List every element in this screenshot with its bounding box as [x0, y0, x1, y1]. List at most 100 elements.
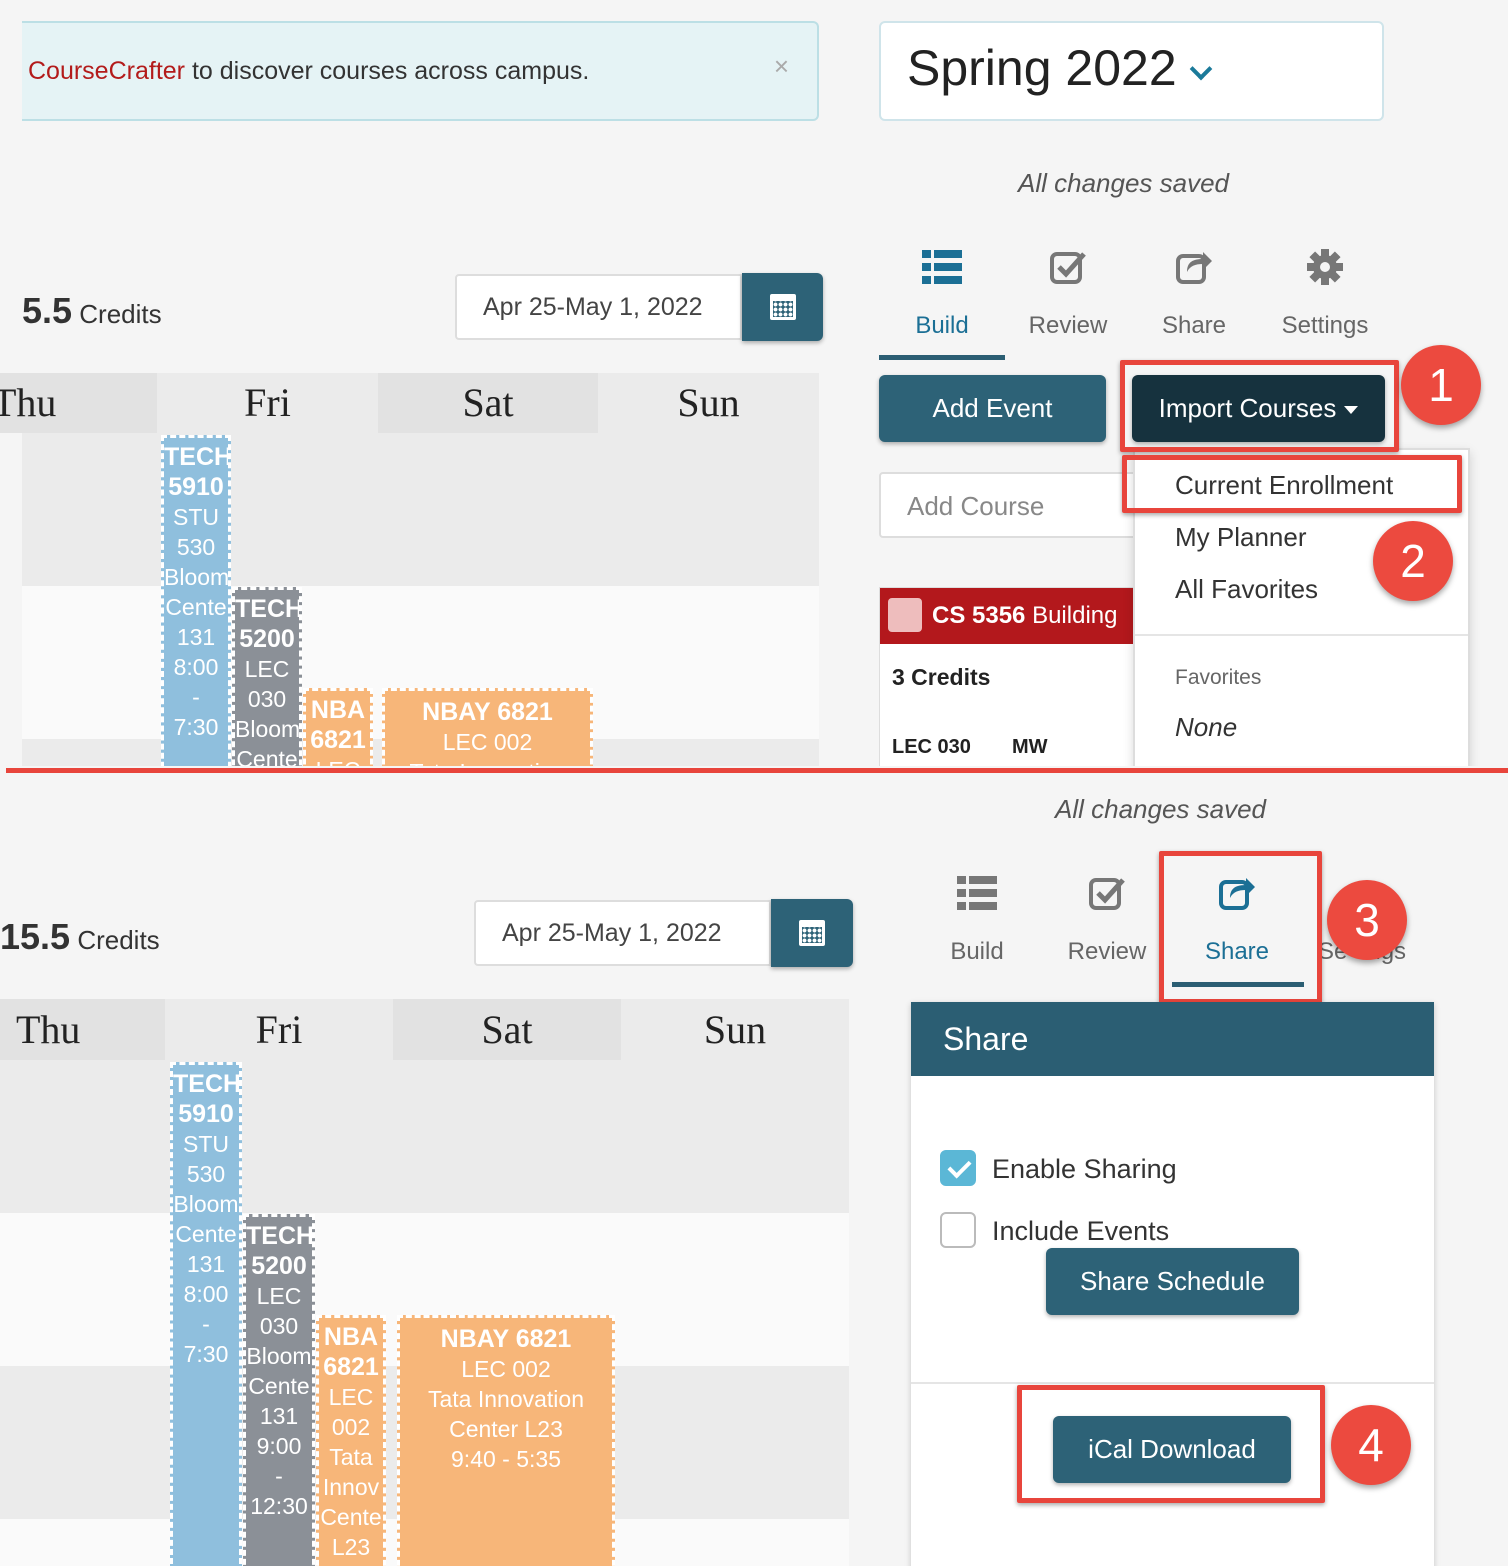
tab-settings[interactable]: Settings	[1257, 242, 1393, 340]
event-line: LEC	[244, 656, 290, 682]
event-line: 530	[186, 1161, 226, 1187]
coursecrafter-link[interactable]: CourseCrafter	[28, 57, 185, 85]
tab-share[interactable]: Share	[1131, 242, 1257, 340]
favorites-header: Favorites	[1175, 666, 1262, 689]
calendar-event-nbay6821-wide[interactable]: NBAY 6821 LEC 002 Tata Innovation Center…	[397, 1315, 615, 1566]
tab-label: Review	[1028, 312, 1108, 339]
event-line: Bloom	[164, 564, 230, 590]
term-label: Spring 2022	[907, 40, 1177, 96]
event-line: NBAY 6821	[422, 698, 553, 726]
event-line: 5200	[251, 1252, 307, 1280]
event-line: STU	[183, 1131, 229, 1157]
event-line: LEC	[328, 1384, 374, 1410]
section-divider	[0, 766, 1508, 778]
event-line: 5200	[239, 625, 295, 653]
credits-value: 15.5	[0, 916, 71, 957]
event-line: 7:30	[173, 714, 219, 740]
date-range-input[interactable]: Apr 25-May 1, 2022	[474, 900, 771, 966]
favorites-none: None	[1175, 712, 1238, 742]
course-code: CS 5356	[932, 602, 1026, 629]
list-icon	[879, 242, 1005, 292]
event-line: LEC 002	[442, 729, 533, 755]
calendar-row	[22, 433, 819, 586]
course-card-header: CS 5356 Building	[880, 588, 1138, 644]
step-4-marker: 4	[1331, 1405, 1411, 1485]
add-course-input[interactable]: Add Course	[879, 472, 1139, 538]
event-line: 7:30	[183, 1341, 229, 1367]
active-tab-indicator	[879, 355, 1005, 360]
tab-review[interactable]: Review	[1042, 868, 1172, 966]
event-line: 8:00	[173, 654, 219, 680]
date-range-input[interactable]: Apr 25-May 1, 2022	[455, 274, 742, 340]
event-line: 9:40 - 5:35	[451, 1446, 561, 1472]
share-schedule-button[interactable]: Share Schedule	[1046, 1248, 1299, 1315]
bottom-screenshot: All changes saved 15.5 Credits Apr 25-Ma…	[0, 778, 1508, 1566]
menu-item-all-favorites[interactable]: All Favorites	[1175, 574, 1318, 605]
course-color-swatch[interactable]	[888, 598, 922, 632]
event-line: Bloom	[235, 716, 301, 742]
event-line: -	[275, 1463, 283, 1489]
menu-item-my-planner[interactable]: My Planner	[1175, 522, 1307, 553]
calendar-button[interactable]	[771, 899, 853, 967]
event-line: -	[192, 684, 200, 710]
highlight-share-tab	[1159, 851, 1322, 1004]
calendar-icon	[769, 294, 796, 320]
calendar-event-tech5910[interactable]: TECH 5910 STU 530 Bloom Cente 131 8:00 -…	[170, 1062, 242, 1566]
save-status: All changes saved	[1018, 168, 1230, 198]
enable-sharing-label: Enable Sharing	[992, 1154, 1177, 1184]
event-line: Tata	[329, 1444, 373, 1470]
term-selector[interactable]: Spring 2022	[879, 21, 1384, 121]
calendar-button[interactable]	[742, 273, 823, 341]
credits-total: 15.5 Credits	[0, 916, 160, 958]
highlight-current-enrollment	[1122, 455, 1462, 513]
close-icon[interactable]: ×	[774, 51, 789, 82]
include-events-checkbox[interactable]	[940, 1212, 976, 1248]
share-panel-divider	[911, 1382, 1434, 1384]
event-line: TECH	[246, 1222, 315, 1250]
event-line: 030	[259, 1313, 299, 1339]
event-line: Cente	[320, 1504, 382, 1530]
day-header-sun: Sun	[598, 373, 819, 433]
tab-label: Share	[1161, 312, 1227, 339]
course-section: LEC 030	[892, 736, 971, 758]
event-line: 131	[259, 1403, 299, 1429]
tab-label: Review	[1067, 938, 1147, 965]
calendar-event-nbay6821-wide[interactable]: NBAY 6821 LEC 002 Tata Innovation	[382, 688, 593, 768]
event-line: TECH	[164, 443, 231, 471]
credits-value: 5.5	[22, 290, 73, 331]
calendar-event-tech5200[interactable]: TECH 5200 LEC 030 Bloom Cente 131 9:00 -…	[243, 1214, 315, 1566]
chevron-down-icon	[1189, 57, 1212, 81]
calendar-event-tech5910[interactable]: TECH 5910 STU 530 Bloom Cente 131 8:00 -…	[161, 435, 231, 768]
event-line: 9:00	[256, 1433, 302, 1459]
event-line: 530	[176, 534, 216, 560]
calendar-event-nbay6821[interactable]: NBA 6821 LEC 002 Tata Innov Cente L23	[316, 1315, 386, 1566]
course-credits: 3 Credits	[892, 664, 991, 690]
course-name: Building	[1032, 602, 1118, 629]
event-line: Cente	[248, 1373, 310, 1399]
tab-label: Build	[915, 312, 969, 339]
add-event-button[interactable]: Add Event	[879, 375, 1106, 442]
credits-label: Credits	[79, 299, 162, 329]
course-card[interactable]: CS 5356 Building 3 Credits LEC 030 MW	[879, 587, 1139, 768]
enable-sharing-checkbox[interactable]	[940, 1150, 976, 1186]
calendar-event-nbay6821[interactable]: NBA 6821 LEC	[303, 688, 373, 768]
course-days: MW	[1012, 736, 1048, 758]
event-line: Cente	[165, 594, 227, 620]
event-line: 6821	[323, 1353, 379, 1381]
event-line: Cente	[175, 1221, 237, 1247]
event-line: -	[202, 1311, 210, 1337]
event-line: Cente	[236, 746, 298, 768]
tab-review[interactable]: Review	[1005, 242, 1131, 340]
top-screenshot: CourseCrafter to discover courses across…	[0, 0, 1508, 768]
event-line: 12:30	[250, 1493, 308, 1519]
event-line: LEC 002	[461, 1356, 551, 1382]
calendar-row	[0, 1060, 849, 1213]
share-panel-title: Share	[911, 1002, 1434, 1076]
event-line: 5910	[178, 1100, 234, 1128]
calendar-event-tech5200[interactable]: TECH 5200 LEC 030 Bloom Cente	[232, 587, 302, 768]
tab-build[interactable]: Build	[879, 242, 1005, 340]
highlight-import-courses	[1120, 360, 1399, 452]
menu-divider	[1135, 634, 1468, 636]
tab-build[interactable]: Build	[912, 868, 1042, 966]
day-header-thu: Thu	[0, 999, 165, 1060]
